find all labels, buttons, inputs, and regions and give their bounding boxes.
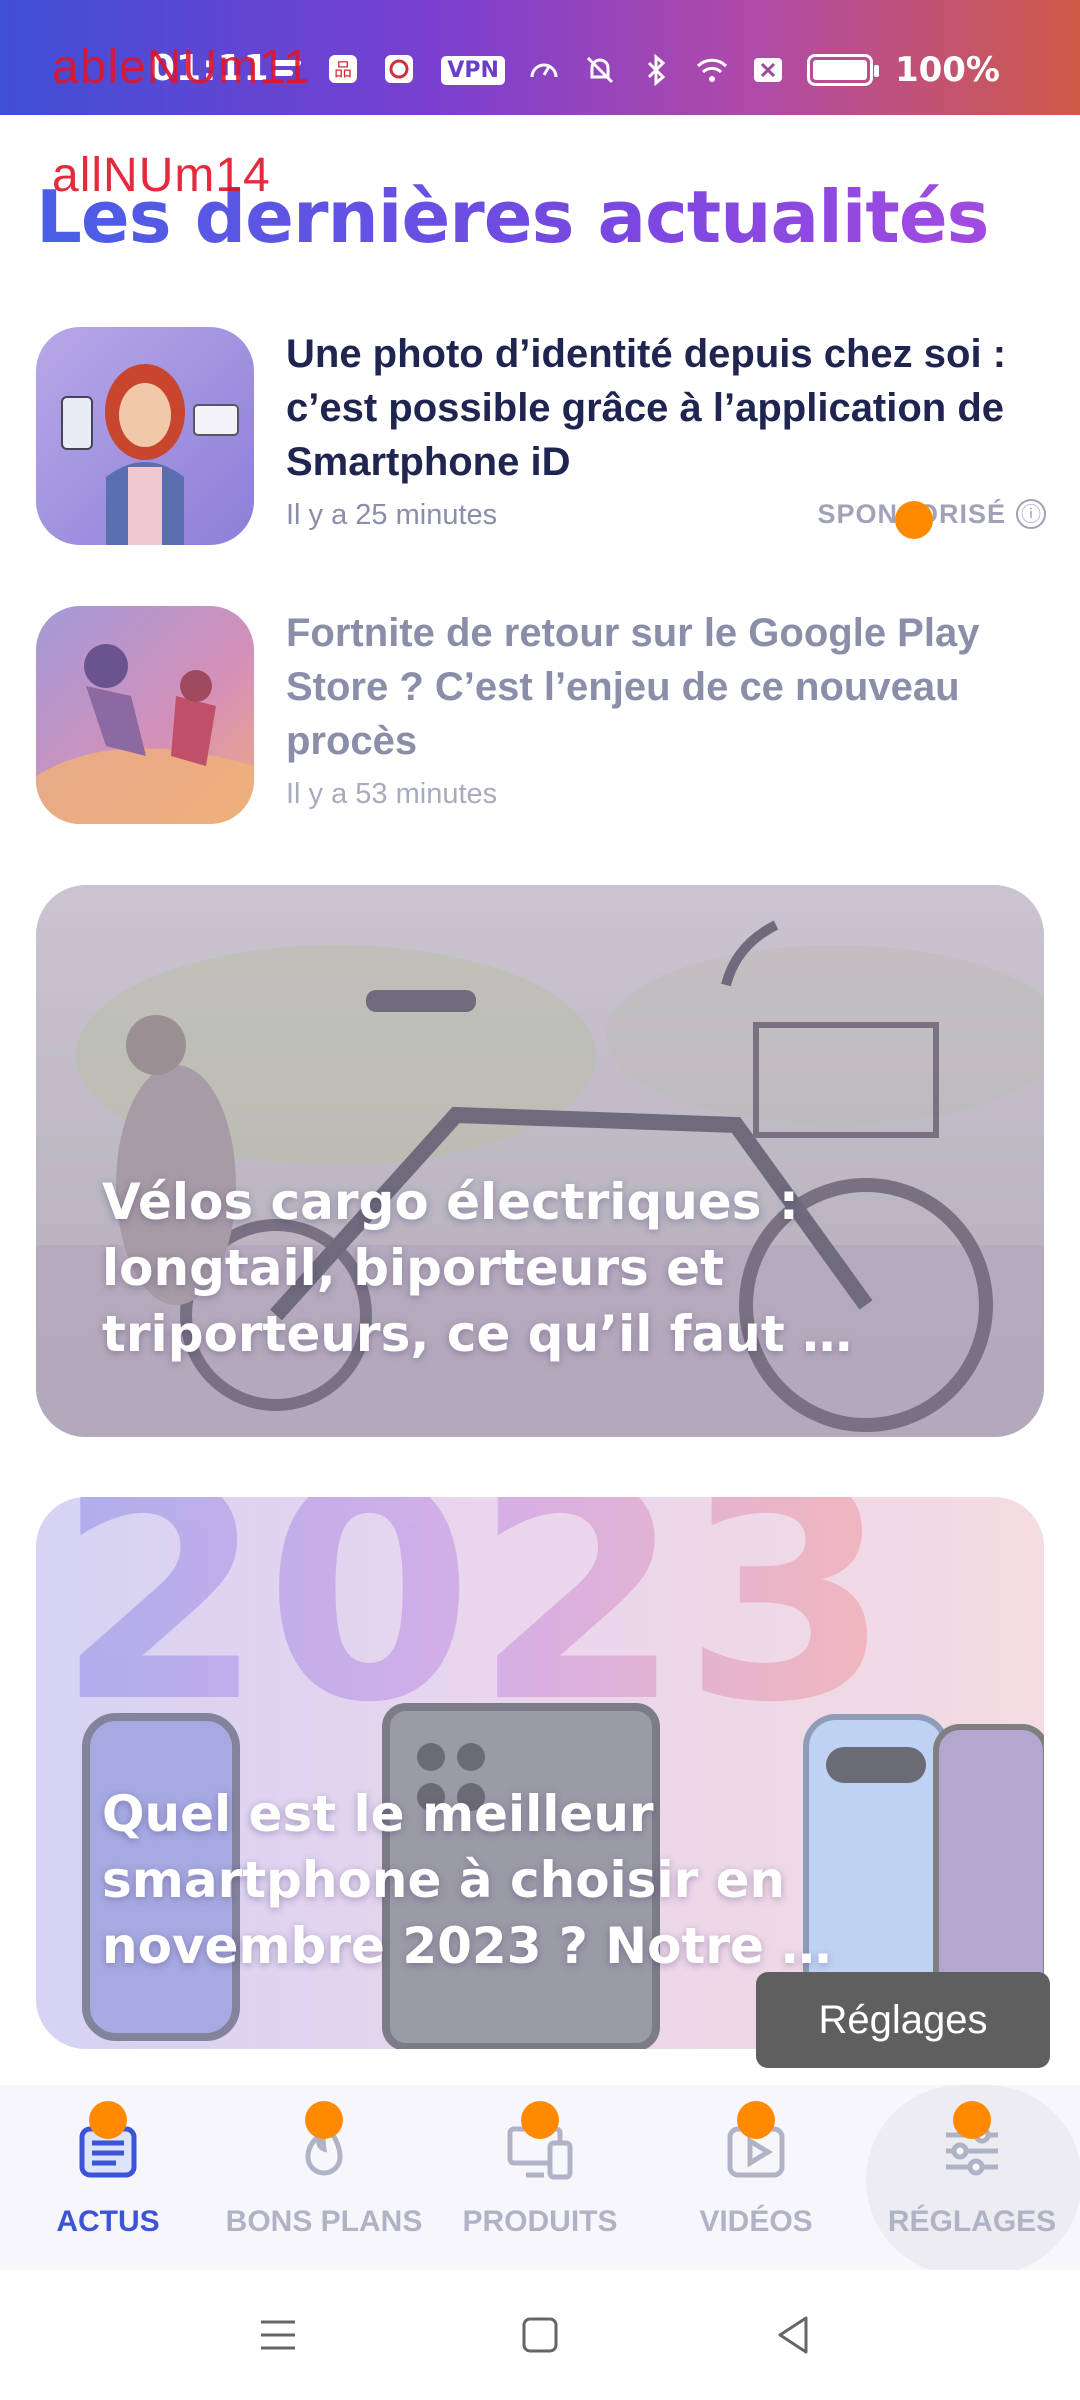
list-item-article-2[interactable]: Fortnite de retour sur le Google Play St… [36, 606, 1046, 826]
bluetooth-icon [647, 53, 666, 87]
article-title[interactable]: Une photo d’identité depuis chez soi : c… [286, 327, 1046, 489]
app-icon-2 [385, 55, 413, 83]
touch-marker [737, 2101, 775, 2139]
system-navigation-bar [0, 2270, 1080, 2400]
battery-percent: 100% [894, 50, 1000, 90]
info-icon[interactable]: ⓘ [1016, 499, 1046, 529]
wifi-icon [696, 58, 728, 82]
mute-icon [586, 56, 614, 84]
menu-icon[interactable] [253, 2310, 303, 2360]
speed-icon [530, 63, 558, 78]
home-icon[interactable] [515, 2310, 565, 2360]
article-title[interactable]: Fortnite de retour sur le Google Play St… [286, 606, 1046, 768]
status-bar: 01:11 品 VPN 100% ableNUm11 [0, 0, 1080, 115]
article-time: Il y a 53 minutes [286, 778, 498, 810]
svg-text:品: 品 [334, 60, 352, 81]
article-title: Vélos cargo électriques : longtail, bipo… [102, 1173, 853, 1363]
list-item-article-1[interactable]: Une photo d’identité depuis chez soi : c… [36, 327, 1046, 547]
nav-label: VIDÉOS [699, 2205, 813, 2238]
app-icon: 品 [329, 55, 357, 83]
debug-overlay-label: ableNUm11 [52, 41, 311, 94]
back-icon[interactable] [768, 2310, 818, 2360]
nav-label: ACTUS [56, 2205, 160, 2238]
article-title: Quel est le meilleur smartphone à choisi… [102, 1785, 832, 1975]
toast-message: Réglages [756, 1972, 1050, 2068]
touch-marker [521, 2101, 559, 2139]
article-thumbnail [36, 327, 254, 545]
touch-marker [305, 2101, 343, 2139]
status-system-icons: VPN 100% [441, 50, 1000, 90]
nav-label: BONS PLANS [225, 2205, 423, 2238]
touch-marker [895, 501, 933, 539]
article-thumbnail [36, 606, 254, 824]
touch-marker [953, 2101, 991, 2139]
featured-article-card-1[interactable]: Vélos cargo électriques : longtail, bipo… [36, 885, 1044, 1437]
nav-label: PRODUITS [462, 2205, 618, 2238]
touch-marker [89, 2101, 127, 2139]
nav-label: RÉGLAGES [887, 2205, 1057, 2238]
featured-article-card-2[interactable]: 2023 Quel est le meilleur smartphone à c… [36, 1497, 1044, 2049]
debug-overlay-label-2: allNUm14 [52, 149, 271, 202]
close-box-icon [753, 58, 782, 82]
battery-icon [806, 54, 879, 86]
article-time: Il y a 25 minutes [286, 499, 498, 531]
vpn-badge: VPN [441, 55, 505, 85]
